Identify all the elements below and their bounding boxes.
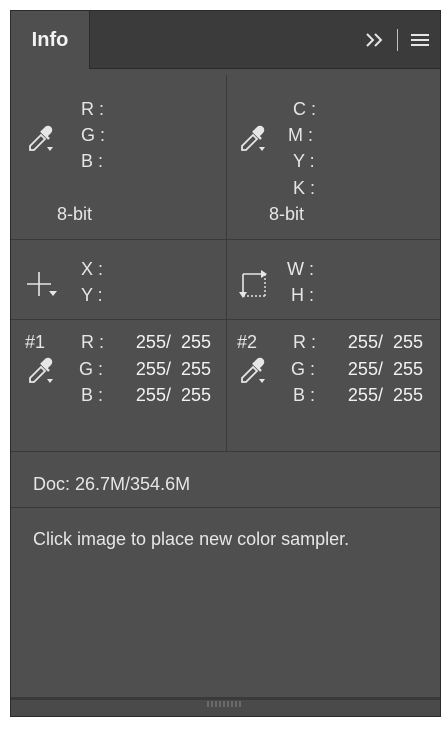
controls-divider bbox=[397, 29, 398, 51]
sampler1-label-g: G : bbox=[79, 359, 104, 379]
divider-h4 bbox=[11, 507, 440, 508]
sampler1-label-b: B : bbox=[81, 385, 104, 405]
cmyk-label-k: K : bbox=[293, 178, 316, 198]
doc-size-info[interactable]: Doc: 26.7M/354.6M bbox=[33, 474, 190, 495]
rgb-label-g: G : bbox=[81, 125, 106, 145]
cmyk-bit-depth: 8-bit bbox=[269, 204, 305, 224]
info-panel: Info R : G : B : 8-bit C: M: Y: K: 8… bbox=[10, 10, 441, 717]
panel-tab-bar: Info bbox=[11, 11, 440, 69]
sampler2-label-b: B : bbox=[293, 385, 316, 405]
divider-h2 bbox=[11, 319, 440, 320]
sampler2-value-r: 255/ 255 bbox=[347, 332, 423, 352]
divider-h3 bbox=[11, 451, 440, 452]
wh-label-h: H : bbox=[291, 285, 315, 305]
xy-label-y: Y : bbox=[81, 285, 103, 305]
panel-bottom-strip bbox=[11, 697, 440, 716]
panel-controls bbox=[365, 28, 430, 52]
sampler2-value-g: 255/ 255 bbox=[347, 359, 423, 379]
cmyk-label-m: M : bbox=[288, 125, 313, 145]
eyedropper-icon bbox=[29, 357, 53, 383]
eyedropper-icon bbox=[241, 357, 265, 383]
sampler1-id: #1 bbox=[25, 332, 46, 352]
cmyk-label-y: Y : bbox=[293, 151, 315, 171]
sampler2-label-r: R : bbox=[293, 332, 317, 352]
rgb-bit-depth: 8-bit bbox=[57, 204, 93, 224]
rgb-label-r: R : bbox=[81, 99, 105, 119]
divider-h1 bbox=[11, 239, 440, 240]
double-chevron-right-icon[interactable] bbox=[365, 32, 385, 48]
wh-label-w: W : bbox=[287, 259, 314, 279]
tab-info[interactable]: Info bbox=[11, 11, 90, 69]
sampler2-id: #2 bbox=[237, 332, 258, 352]
divider-vertical-top bbox=[226, 75, 227, 451]
sampler2-value-b: 255/ 255 bbox=[347, 385, 423, 405]
rgb-label-b: B : bbox=[81, 151, 104, 171]
sampler1-value-g: 255/ 255 bbox=[135, 359, 211, 379]
eyedropper-icon bbox=[29, 125, 53, 151]
menu-icon[interactable] bbox=[410, 32, 430, 48]
sampler1-value-r: 255/ 255 bbox=[135, 332, 211, 352]
crosshair-icon bbox=[27, 272, 57, 296]
color-sampler-hint: Click image to place new color sampler. bbox=[33, 529, 350, 549]
sampler2-label-g: G : bbox=[291, 359, 316, 379]
selection-size-icon bbox=[239, 270, 267, 298]
cmyk-label-c: C : bbox=[293, 99, 317, 119]
sampler1-label-r: R : bbox=[81, 332, 105, 352]
eyedropper-icon bbox=[241, 125, 265, 151]
xy-label-x: X : bbox=[81, 259, 104, 279]
sampler1-value-b: 255/ 255 bbox=[135, 385, 211, 405]
resize-grip-icon[interactable] bbox=[207, 701, 243, 707]
